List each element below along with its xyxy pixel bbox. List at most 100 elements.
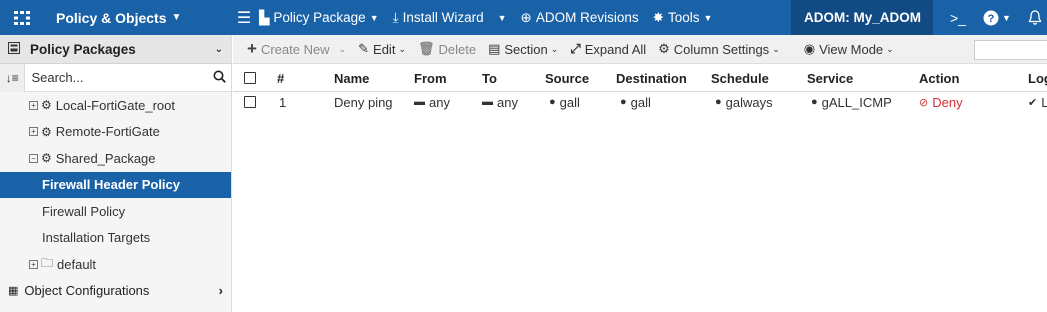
- cell-action[interactable]: ⊘ Deny: [919, 92, 963, 112]
- nav-adom-revisions[interactable]: ⊕ ADOM Revisions: [521, 10, 639, 26]
- install-icon: ⤓: [392, 9, 399, 25]
- checkbox[interactable]: [244, 96, 256, 108]
- cell-destination-label: gall: [630, 94, 651, 110]
- cell-to[interactable]: ▬ any: [482, 92, 518, 112]
- checkbox[interactable]: [244, 72, 256, 84]
- cell-service-label: gALL_ICMP: [821, 94, 892, 110]
- col-header-num[interactable]: #: [277, 65, 284, 91]
- nav-policy-package[interactable]: ▙ Policy Package ▼: [259, 10, 379, 26]
- collapse-icon[interactable]: −: [29, 153, 38, 163]
- nav-adom-revisions-label: ADOM Revisions: [535, 10, 639, 25]
- cell-from-label: any: [429, 94, 450, 110]
- section-button[interactable]: ▤ Section ⌄: [488, 41, 558, 57]
- interface-icon: ▬: [482, 96, 493, 108]
- caret-down-icon: ⌄: [772, 43, 780, 54]
- sort-icon[interactable]: ↓≡: [0, 63, 26, 92]
- caret-down-icon: ▼: [497, 12, 507, 23]
- view-mode-button[interactable]: ◉ View Mode ⌄: [804, 41, 894, 57]
- sidebar-search: ↓≡: [0, 63, 231, 92]
- col-header-to[interactable]: To: [482, 65, 497, 91]
- sidebar-search-input[interactable]: [25, 70, 208, 85]
- cell-destination[interactable]: ● gall: [620, 92, 651, 112]
- policy-toolbar: + Create New ⌄ ✎ Edit ⌄ 🗑 Delete ▤ Secti…: [233, 35, 1047, 64]
- hamburger-icon[interactable]: ☰: [229, 8, 259, 28]
- tree-item-firewall-policy[interactable]: Firewall Policy: [0, 198, 231, 225]
- cell-schedule[interactable]: ● galways: [715, 92, 773, 112]
- tree-item-firewall-header-policy[interactable]: Firewall Header Policy: [0, 171, 231, 198]
- edit-icon: ✎: [358, 41, 370, 56]
- cell-source-label: gall: [559, 94, 580, 110]
- interface-icon: ▬: [414, 96, 425, 108]
- revisions-icon: ⊕: [520, 9, 532, 25]
- cell-service[interactable]: ● gALL_ICMP: [811, 92, 892, 112]
- select-all-checkbox[interactable]: [244, 65, 256, 91]
- table-row[interactable]: 1 Deny ping ▬ any ▬ any ● gall ● gall ● …: [233, 92, 1047, 112]
- sidebar-header-policy-packages[interactable]: Policy Packages ⌄: [0, 35, 231, 64]
- col-header-service[interactable]: Service: [807, 65, 853, 91]
- notification-bell-icon[interactable]: [1028, 0, 1042, 35]
- cell-num: 1: [279, 94, 287, 110]
- col-header-from[interactable]: From: [414, 65, 447, 91]
- chevron-right-icon: ›: [218, 283, 223, 298]
- tree-item-remote-fortigate[interactable]: + ⚙ Remote-FortiGate: [0, 119, 231, 146]
- tree-item-local-fortigate-root[interactable]: + ⚙ Local-FortiGate_root: [0, 92, 231, 119]
- app-title-menu[interactable]: Policy & Objects ▼: [44, 10, 229, 26]
- tree-item-label: default: [57, 256, 97, 272]
- create-new-button[interactable]: + Create New ⌄: [247, 39, 346, 59]
- tree-item-default[interactable]: + 🗀 default: [0, 251, 231, 278]
- cell-source[interactable]: ● gall: [549, 92, 580, 112]
- col-header-schedule[interactable]: Schedule: [711, 65, 769, 91]
- expand-icon[interactable]: +: [29, 100, 38, 110]
- globe-icon: ●: [715, 96, 722, 108]
- col-header-log[interactable]: Log: [1028, 65, 1047, 91]
- globe-icon: ●: [811, 96, 818, 108]
- cli-console-icon[interactable]: >_: [950, 0, 966, 35]
- caret-down-icon: ▼: [369, 12, 379, 23]
- column-settings-label: Column Settings: [673, 41, 770, 57]
- tree-item-label: Shared_Package: [55, 150, 156, 166]
- caret-down-icon: ▼: [171, 12, 182, 23]
- expand-all-button[interactable]: ⤢ Expand All: [570, 41, 646, 57]
- nav-tools[interactable]: ✸ Tools ▼: [653, 10, 713, 26]
- adom-selector[interactable]: ADOM: My_ADOM: [791, 0, 933, 35]
- search-icon[interactable]: [207, 70, 231, 86]
- nav-install-wizard[interactable]: ⤓ Install Wizard ▼: [393, 10, 507, 26]
- col-header-source[interactable]: Source: [545, 65, 589, 91]
- edit-label: Edit: [373, 41, 396, 57]
- expand-icon[interactable]: +: [29, 259, 38, 269]
- delete-button[interactable]: 🗑 Delete: [418, 41, 476, 57]
- caret-down-icon: ⌄: [338, 43, 347, 54]
- tree-item-shared-package[interactable]: − ⚙ Shared_Package: [0, 145, 231, 172]
- tree-item-label: Installation Targets: [42, 230, 151, 246]
- create-new-label: Create New: [260, 41, 330, 57]
- toolbar-search-input[interactable]: [974, 40, 1047, 60]
- col-header-name[interactable]: Name: [334, 65, 369, 91]
- adom-label: ADOM: My_ADOM: [804, 10, 921, 25]
- sidebar-object-configurations[interactable]: ▦ Object Configurations ›: [0, 278, 231, 304]
- tree-item-label: Firewall Policy: [42, 203, 126, 219]
- globe-icon: ●: [549, 96, 556, 108]
- expand-all-label: Expand All: [584, 41, 647, 57]
- package-icon: ⚙: [41, 151, 52, 166]
- top-bar: Policy & Objects ▼ ☰ ▙ Policy Package ▼ …: [0, 0, 1047, 35]
- caret-down-icon: ▼: [703, 12, 713, 23]
- cell-log[interactable]: ✔ L: [1028, 92, 1047, 112]
- col-header-action[interactable]: Action: [919, 65, 959, 91]
- help-icon[interactable]: ? ▼: [983, 0, 1011, 35]
- expand-icon[interactable]: +: [29, 127, 38, 137]
- cell-from[interactable]: ▬ any: [414, 92, 450, 112]
- row-checkbox-cell[interactable]: [244, 92, 256, 112]
- edit-button[interactable]: ✎ Edit ⌄: [358, 41, 406, 57]
- cell-name[interactable]: Deny ping: [334, 92, 393, 112]
- tree-item-installation-targets[interactable]: Installation Targets: [0, 225, 231, 252]
- sidebar: Policy Packages ⌄ ↓≡ + ⚙ Local-FortiGate…: [0, 35, 232, 312]
- deny-icon: ⊘: [919, 96, 929, 109]
- nav-install-wizard-label: Install Wizard: [402, 10, 484, 25]
- section-icon: ▤: [488, 41, 501, 56]
- cell-to-label: any: [497, 94, 518, 110]
- plus-icon: +: [247, 39, 257, 58]
- grid-menu-icon[interactable]: [0, 0, 44, 35]
- col-header-destination[interactable]: Destination: [616, 65, 687, 91]
- column-settings-button[interactable]: ⚙ Column Settings ⌄: [658, 41, 780, 57]
- column-settings-icon: ⚙: [658, 41, 670, 56]
